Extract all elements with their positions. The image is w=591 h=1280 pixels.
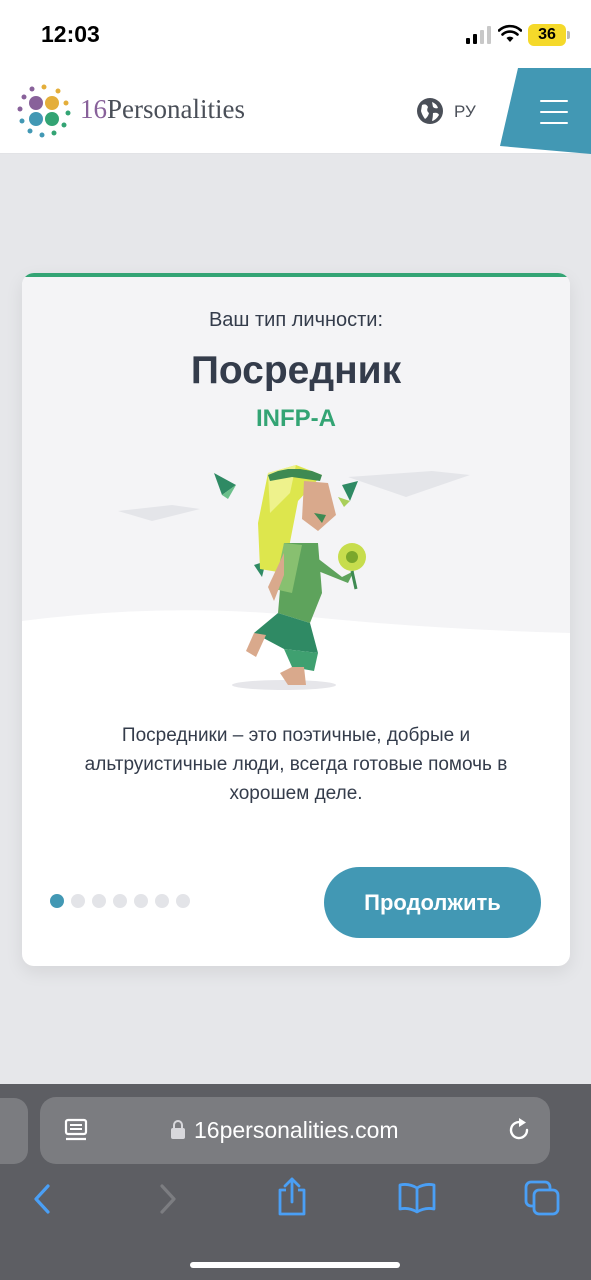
forward-icon[interactable] [156,1182,180,1216]
continue-button[interactable]: Продолжить [324,867,541,938]
card-subtitle: Ваш тип личности: [208,309,384,331]
language-selector[interactable]: РУ [454,102,476,122]
pager-dot [92,894,106,908]
result-card: Ваш тип личности: Посредник INFP-A Посре… [22,273,570,966]
share-icon[interactable] [275,1176,309,1216]
status-time: 12:03 [41,21,100,47]
pager-dot [155,894,169,908]
site-header: 16Personalities РУ [0,68,591,154]
personality-description: Посредники – это поэтичные, добрые и аль… [84,725,508,804]
tabs-icon[interactable] [524,1180,560,1216]
status-bar: 12:03 36 [0,0,591,68]
pager-dot [134,894,148,908]
page-menu-icon[interactable] [64,1118,90,1144]
pager-dot [176,894,190,908]
back-icon[interactable] [30,1182,54,1216]
personality-title: Посредник [190,349,402,392]
url-text: 16personalities.com [194,1117,399,1143]
lock-icon [171,1120,185,1139]
wifi-icon [498,24,522,42]
logo-icon [17,84,71,138]
bookmarks-icon[interactable] [398,1182,436,1214]
cellular-signal-icon [466,26,491,44]
logo-wordmark[interactable]: 16Personalities [80,94,245,125]
personality-type-code: INFP-A [256,405,336,432]
hamburger-menu-button[interactable] [530,94,578,130]
globe-icon[interactable] [416,97,444,125]
previous-tab-preview[interactable] [0,1098,28,1164]
home-indicator [190,1262,400,1268]
pager-dot [50,894,64,908]
mediator-illustration [22,465,570,693]
pager-dot [113,894,127,908]
pager-dot [71,894,85,908]
address-bar[interactable]: 16personalities.com [40,1097,550,1164]
battery-indicator: 36 [528,24,570,46]
pager-dots [50,894,190,908]
browser-bottom-bar: 16personalities.com [0,1084,591,1280]
reload-icon[interactable] [507,1117,531,1143]
